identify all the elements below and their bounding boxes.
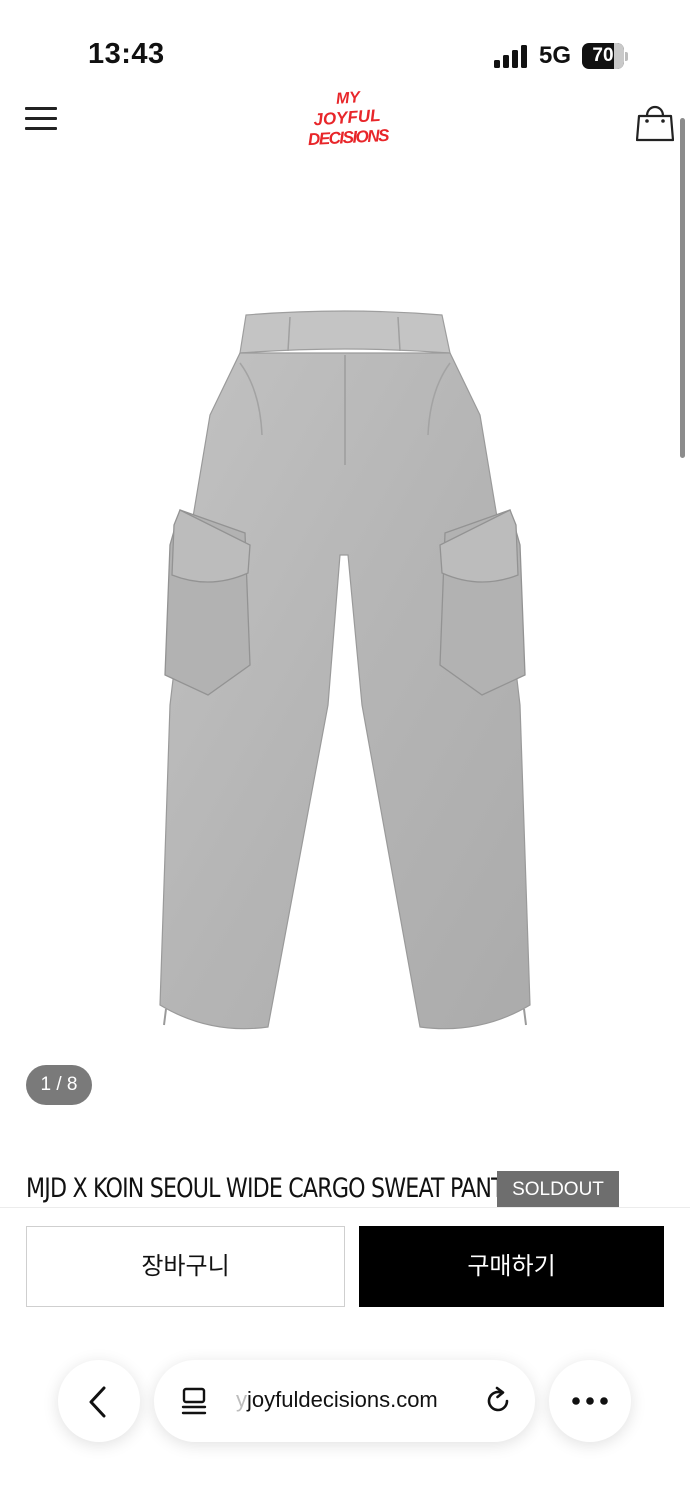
brand-logo[interactable]: MY JOYFUL DECISIONS: [290, 86, 406, 156]
svg-text:DECISIONS: DECISIONS: [308, 126, 391, 149]
svg-text:MY: MY: [335, 89, 361, 108]
network-type: 5G: [539, 42, 572, 69]
product-image[interactable]: [150, 305, 540, 1040]
url-text-faded: y: [236, 1387, 247, 1412]
status-time: 13:43: [88, 38, 165, 70]
status-bar: 13:43 5G 70: [0, 0, 690, 100]
page-menu-icon[interactable]: [180, 1386, 210, 1416]
add-to-cart-button[interactable]: 장바구니: [26, 1226, 345, 1307]
battery-level: 70: [592, 45, 614, 66]
logo-mark: MY JOYFUL DECISIONS: [308, 89, 391, 149]
more-dots-icon: [572, 1397, 608, 1405]
status-badge: SOLDOUT: [497, 1171, 619, 1209]
shopping-bag-icon[interactable]: [635, 100, 675, 142]
browser-back-button[interactable]: [58, 1360, 140, 1442]
product-title: MJD X KOIN SEOUL WIDE CARGO SWEAT PANTS: [26, 1173, 518, 1204]
chevron-left-icon: [89, 1386, 106, 1418]
battery-icon: 70: [582, 43, 624, 69]
signal-strength-icon: [494, 44, 530, 68]
battery-tip: [625, 52, 628, 61]
url-text[interactable]: yjoyfuldecisions.com: [236, 1387, 438, 1413]
address-bar[interactable]: yjoyfuldecisions.com: [154, 1360, 535, 1442]
buy-now-button[interactable]: 구매하기: [359, 1226, 664, 1307]
reload-icon[interactable]: [482, 1385, 514, 1417]
scrollbar[interactable]: [680, 118, 685, 458]
more-options-button[interactable]: [549, 1360, 631, 1442]
url-domain: joyfuldecisions.com: [247, 1387, 438, 1412]
hamburger-menu-icon[interactable]: [25, 104, 59, 132]
image-counter: 1 / 8: [26, 1065, 92, 1105]
